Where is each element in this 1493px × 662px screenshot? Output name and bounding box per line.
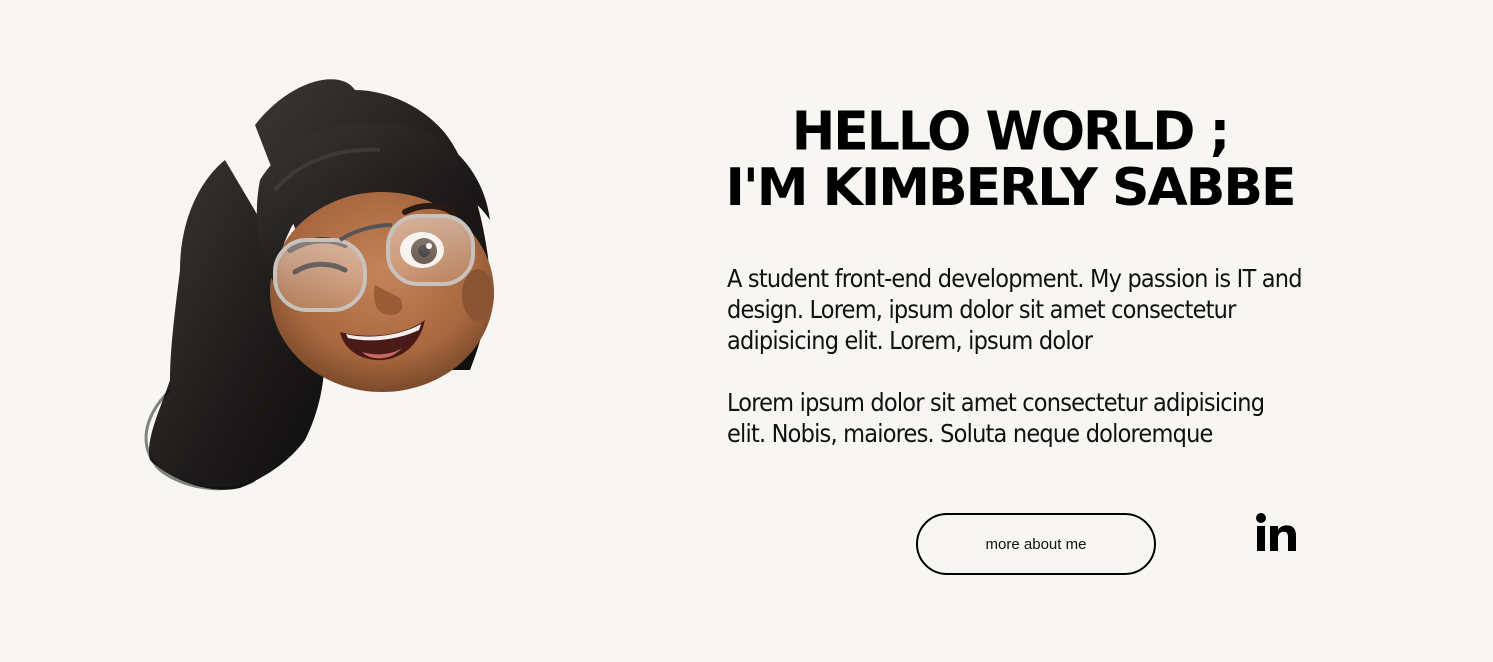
title-line-2: I'M KIMBERLY SABBE — [725, 158, 1297, 218]
linkedin-icon[interactable] — [1252, 510, 1300, 558]
intro-text: A student front-end development. My pass… — [727, 263, 1303, 480]
page-title: HELLO WORLD ; I'M KIMBERLY SABBE — [700, 101, 1320, 218]
intro-paragraph-2: Lorem ipsum dolor sit amet consectetur a… — [727, 388, 1265, 448]
more-about-me-button[interactable]: more about me — [916, 513, 1156, 575]
intro-paragraph-1: A student front-end development. My pass… — [727, 264, 1303, 355]
memoji-avatar — [140, 70, 500, 495]
title-line-1: HELLO WORLD ; — [791, 101, 1231, 163]
hero-section: HELLO WORLD ; I'M KIMBERLY SABBE A stude… — [0, 0, 1493, 662]
